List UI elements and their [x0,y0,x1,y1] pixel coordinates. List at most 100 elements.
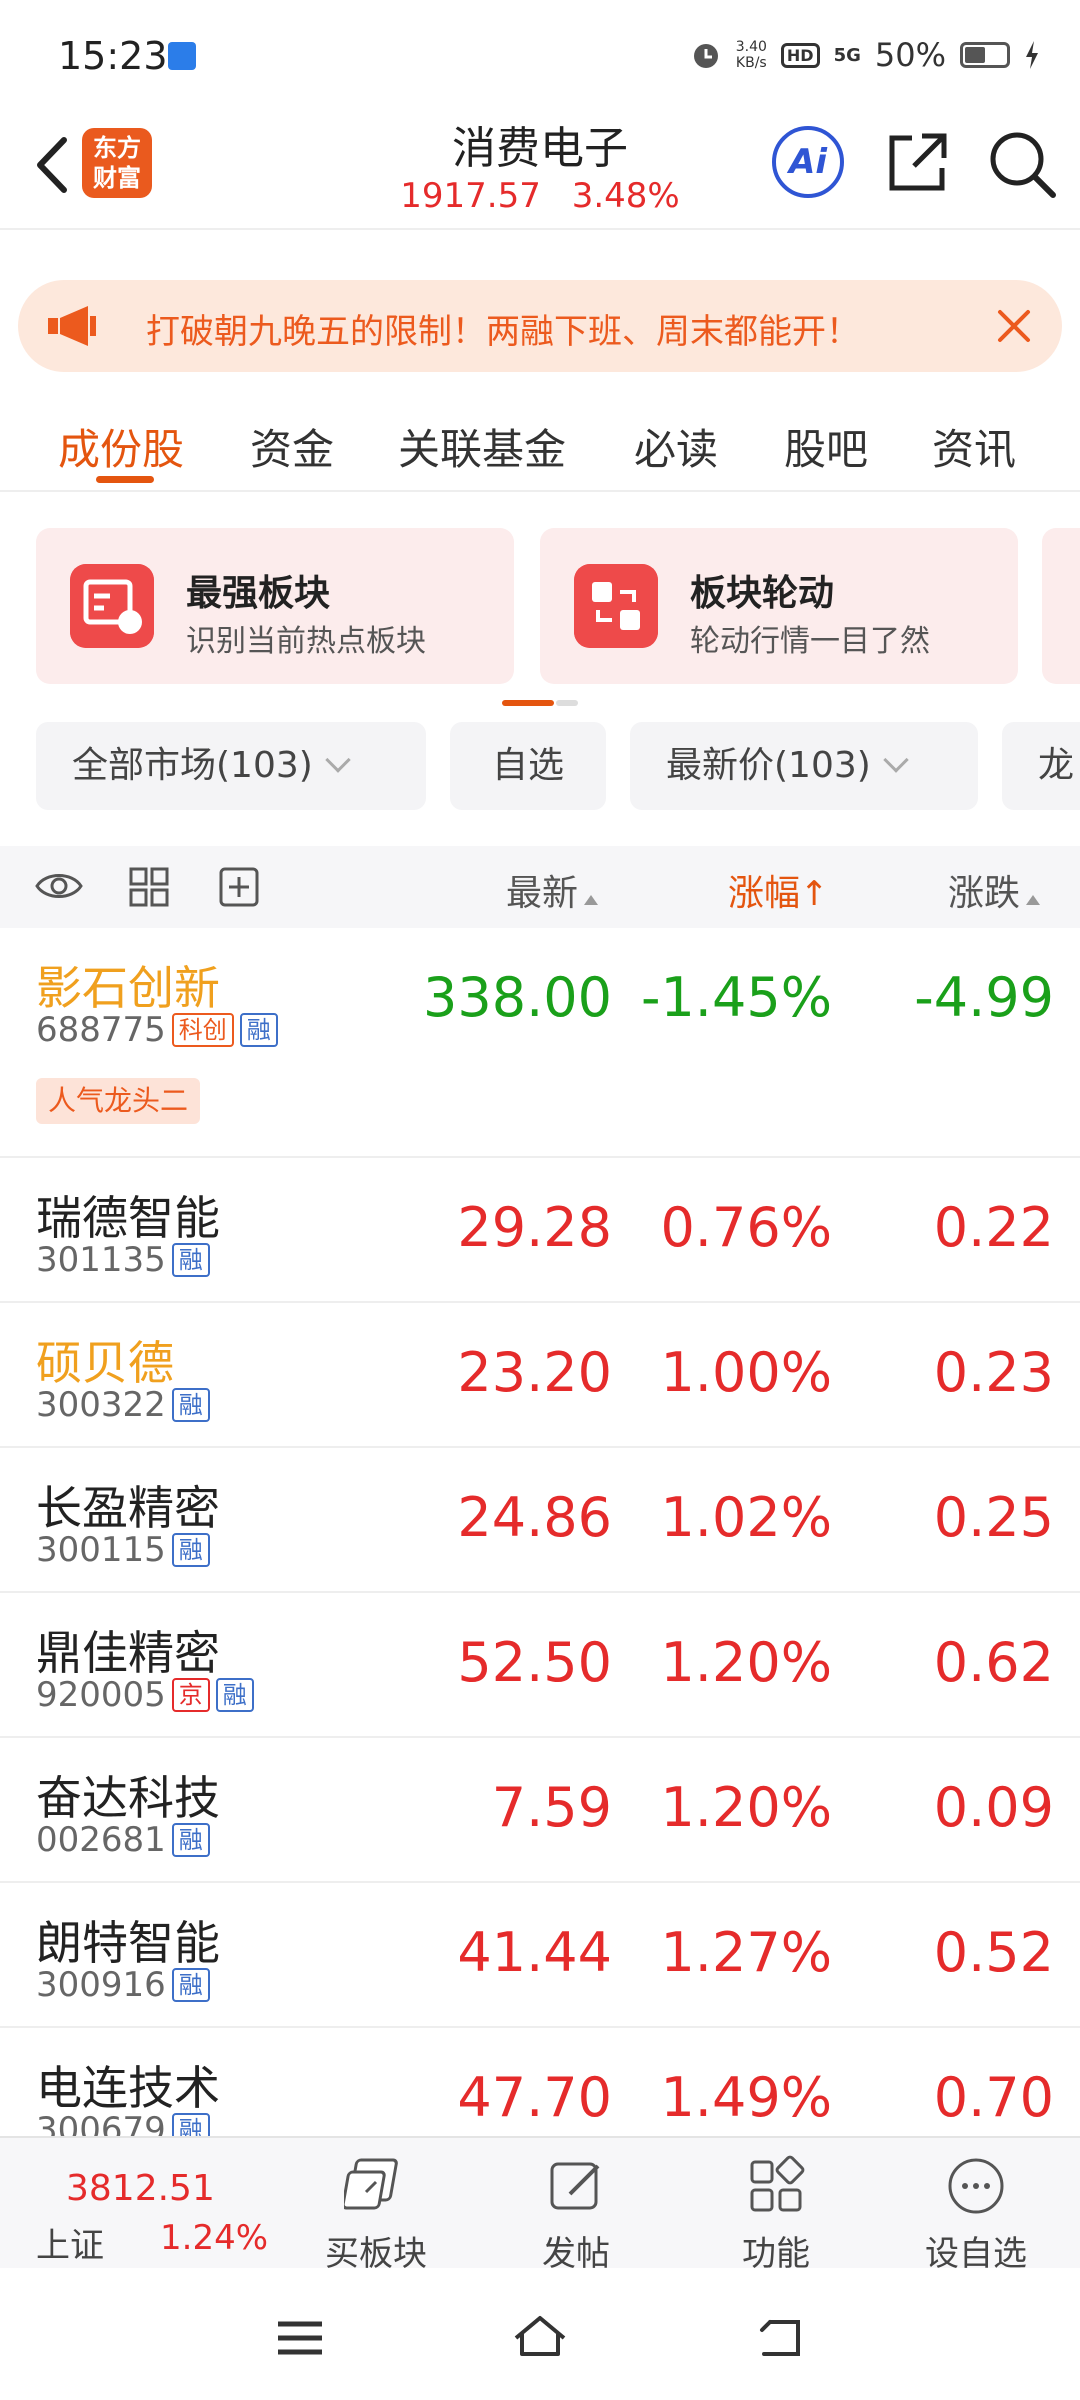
hd-icon: HD [780,42,820,68]
rotation-icon [574,564,658,648]
margin-badge: 融 [171,1823,210,1857]
close-icon[interactable] [986,298,1042,354]
functions-button[interactable]: 功能 [696,2154,856,2275]
table-row[interactable]: 瑞德智能 301135 融 29.28 0.76% 0.22 [0,1158,1080,1303]
market-filter[interactable]: 全部市场(103) [36,722,426,810]
tab-components[interactable]: 成份股 [58,416,184,477]
tab-forum[interactable]: 股吧 [784,416,868,477]
col-change[interactable]: 涨跌 [948,864,1041,916]
card-title: 板块轮动 [690,573,835,614]
margin-badge: 融 [171,1968,210,2002]
tabs-divider [0,490,1080,492]
menu-icon[interactable] [270,2308,330,2368]
tab-related-funds[interactable]: 关联基金 [398,416,566,477]
promo-banner[interactable]: 打破朝九晚五的限制！两融下班、周末都能开！ [18,280,1062,372]
col-change-pct[interactable]: 涨幅↑ [728,864,829,916]
home-icon[interactable] [510,2308,570,2368]
table-row[interactable]: 长盈精密 300115 融 24.86 1.02% 0.25 [0,1448,1080,1593]
table-row[interactable]: 鼎佳精密 920005 京融 52.50 1.20% 0.62 [0,1593,1080,1738]
column-header: 最新 涨幅↑ 涨跌 [0,846,1080,928]
tab-news[interactable]: 资讯 [932,416,1016,477]
stock-change: 0.25 [933,1486,1054,1549]
search-icon[interactable] [986,128,1058,200]
index-change-pct: 1.24% [160,2218,269,2258]
stock-price: 52.50 [457,1631,612,1694]
add-watchlist-button[interactable]: 设自选 [896,2154,1056,2275]
stock-change: 0.09 [933,1776,1054,1839]
popularity-tag: 人气龙头二 [36,1078,201,1124]
strongest-sector-card[interactable]: 最强板块 识别当前热点板块 [36,528,514,684]
stock-name: 鼎佳精密 [36,1626,220,1680]
board-badge: 科创 [171,1013,234,1047]
stock-code-line: 300115 融 [36,1530,210,1570]
back-icon[interactable] [24,130,80,200]
stock-price: 41.44 [457,1921,612,1984]
chevron-down-icon [325,747,351,773]
stock-change-pct: 1.27% [660,1921,832,1984]
table-row[interactable]: 朗特智能 300916 融 41.44 1.27% 0.52 [0,1883,1080,2028]
grid-icon[interactable] [128,866,170,908]
tab-funds[interactable]: 资金 [250,416,334,477]
add-icon[interactable] [218,866,260,908]
chevron-down-icon [883,747,909,773]
card-title: 最强板块 [186,573,331,614]
stock-code-line: 002681 融 [36,1820,210,1860]
stock-change: 0.52 [933,1921,1054,1984]
eye-icon[interactable] [34,868,84,904]
table-row[interactable]: 奋达科技 002681 融 7.59 1.20% 0.09 [0,1738,1080,1883]
margin-badge: 融 [215,1678,254,1712]
tab-must-read[interactable]: 必读 [634,416,718,477]
next-card-peek[interactable] [1042,528,1080,684]
post-button[interactable]: 发帖 [496,2154,656,2275]
stock-change-pct: -1.45% [640,966,832,1029]
market-index-widget[interactable]: 3812.51 上证 1.24% [0,2138,290,2270]
battery-icon [960,42,1010,68]
stock-name: 硕贝德 [36,1336,174,1390]
sector-index-value: 1917.57 [400,176,541,216]
margin-badge: 融 [171,2113,210,2136]
sort-icon [1026,895,1041,905]
clock: 15:23 [58,34,168,78]
section-tabs: 成份股 资金 关联基金 必读 股吧 资讯 [0,390,1080,490]
banner-text: 打破朝九晚五的限制！两融下班、周末都能开！ [146,312,860,352]
stock-change: 0.70 [933,2066,1054,2129]
card-subtitle: 识别当前热点板块 [186,624,426,659]
stock-change: 0.23 [933,1341,1054,1404]
megaphone-icon [48,306,96,346]
share-icon[interactable] [884,128,952,196]
stock-code-line: 688775 科创融 [36,1010,278,1050]
status-bar: 15:23 3.40 KB/s HD 5G 50% [0,0,1080,110]
apps-icon [750,2155,805,2212]
stock-name: 瑞德智能 [36,1191,220,1245]
stock-change: -4.99 [914,966,1054,1029]
active-tab-indicator [96,476,154,483]
stock-name: 朗特智能 [36,1916,220,1970]
chart-board-icon [70,564,154,648]
table-row[interactable]: 硕贝德 300322 融 23.20 1.00% 0.23 [0,1303,1080,1448]
stock-change-pct: 1.02% [660,1486,832,1549]
buy-sector-button[interactable]: 买板块 [296,2154,456,2275]
stock-list: 影石创新 688775 科创融 人气龙头二 338.00 -1.45% -4.99… [0,928,1080,2136]
stock-price: 24.86 [457,1486,612,1549]
back-nav-icon[interactable] [750,2308,810,2368]
battery-percent: 50% [874,36,946,74]
charging-icon [1026,41,1038,69]
stock-change-pct: 1.49% [660,2066,832,2129]
index-name: 上证 [36,2226,104,2266]
stock-name: 长盈精密 [36,1481,220,1535]
col-price[interactable]: 最新 [506,864,599,916]
sector-rotation-card[interactable]: 板块轮动 轮动行情一目了然 [540,528,1018,684]
price-filter[interactable]: 最新价(103) [630,722,978,810]
index-value: 3812.51 [66,2168,215,2209]
app-logo: 东方 财富 [82,128,152,198]
leader-filter[interactable]: 龙 [1002,722,1080,810]
margin-badge: 融 [171,1243,210,1277]
watchlist-filter[interactable]: 自选 [450,722,606,810]
table-row[interactable]: 影石创新 688775 科创融 人气龙头二 338.00 -1.45% -4.99 [0,928,1080,1158]
ai-button[interactable]: Ai [772,126,844,198]
stock-change: 0.22 [933,1196,1054,1259]
alarm-icon [693,44,718,68]
table-row[interactable]: 电连技术 300679 融 47.70 1.49% 0.70 [0,2028,1080,2136]
margin-badge: 融 [239,1013,278,1047]
stock-code-line: 301135 融 [36,1240,210,1280]
